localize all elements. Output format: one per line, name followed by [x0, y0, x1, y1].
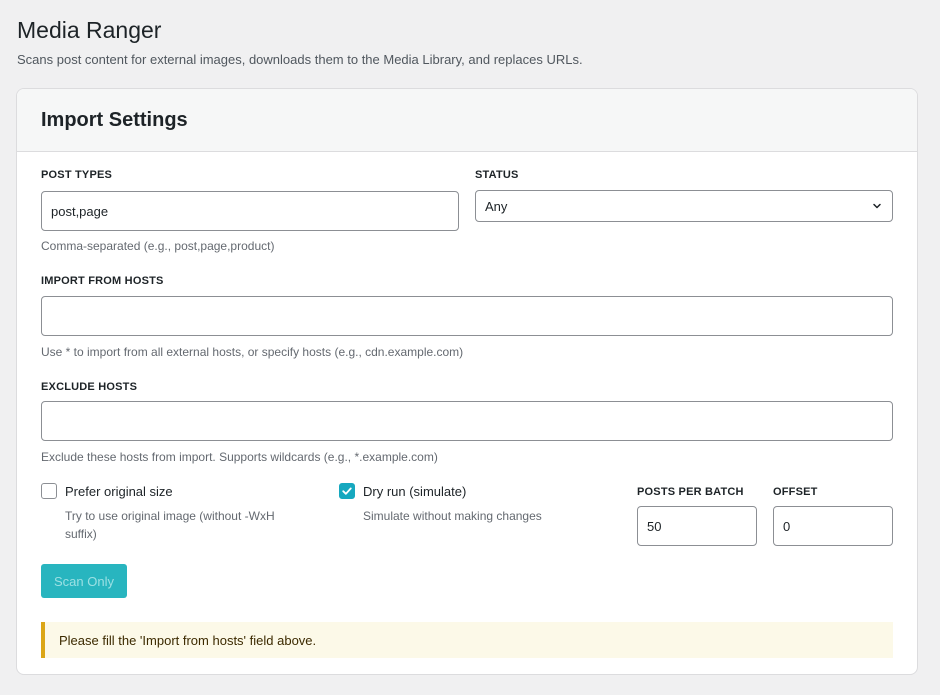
dry-run-help: Simulate without making changes	[363, 509, 542, 523]
notice-text: Please fill the 'Import from hosts' fiel…	[59, 632, 317, 648]
import-hosts-label: IMPORT FROM HOSTS	[41, 275, 164, 287]
posts-per-batch-label: POSTS PER BATCH	[637, 486, 744, 498]
import-settings-card: Import Settings POST TYPES Comma-separat…	[16, 88, 918, 675]
post-types-input[interactable]	[41, 191, 459, 231]
chevron-down-icon	[871, 200, 883, 212]
card-title: Import Settings	[41, 108, 188, 131]
status-selected-value: Any	[485, 198, 508, 214]
page-description: Scans post content for external images, …	[17, 52, 583, 67]
status-select[interactable]: Any	[475, 190, 893, 222]
prefer-original-toggle[interactable]: Prefer original size	[41, 483, 173, 499]
exclude-hosts-label: EXCLUDE HOSTS	[41, 381, 138, 393]
import-hosts-input[interactable]	[41, 296, 893, 336]
card-header: Import Settings	[17, 89, 917, 152]
exclude-hosts-input[interactable]	[41, 401, 893, 441]
post-types-help: Comma-separated (e.g., post,page,product…	[41, 239, 275, 253]
dry-run-toggle[interactable]: Dry run (simulate)	[339, 483, 466, 499]
dry-run-label: Dry run (simulate)	[363, 483, 467, 499]
exclude-hosts-help: Exclude these hosts from import. Support…	[41, 450, 438, 464]
status-label: STATUS	[475, 169, 519, 181]
prefer-original-checkbox[interactable]	[41, 483, 57, 499]
scan-only-button[interactable]: Scan Only	[41, 564, 127, 598]
posts-per-batch-input[interactable]	[637, 506, 757, 546]
checkmark-icon	[342, 487, 352, 495]
dry-run-checkbox[interactable]	[339, 483, 355, 499]
post-types-label: POST TYPES	[41, 169, 113, 181]
prefer-original-help: Try to use original image (without -WxH …	[65, 509, 275, 541]
settings-page: Media Ranger Scans post content for exte…	[0, 0, 940, 695]
prefer-original-label: Prefer original size	[65, 483, 173, 499]
offset-input[interactable]	[773, 506, 893, 546]
import-hosts-help: Use * to import from all external hosts,…	[41, 345, 464, 359]
page-title: Media Ranger	[17, 17, 162, 43]
offset-label: OFFSET	[773, 486, 818, 498]
warning-notice: Please fill the 'Import from hosts' fiel…	[41, 622, 893, 658]
